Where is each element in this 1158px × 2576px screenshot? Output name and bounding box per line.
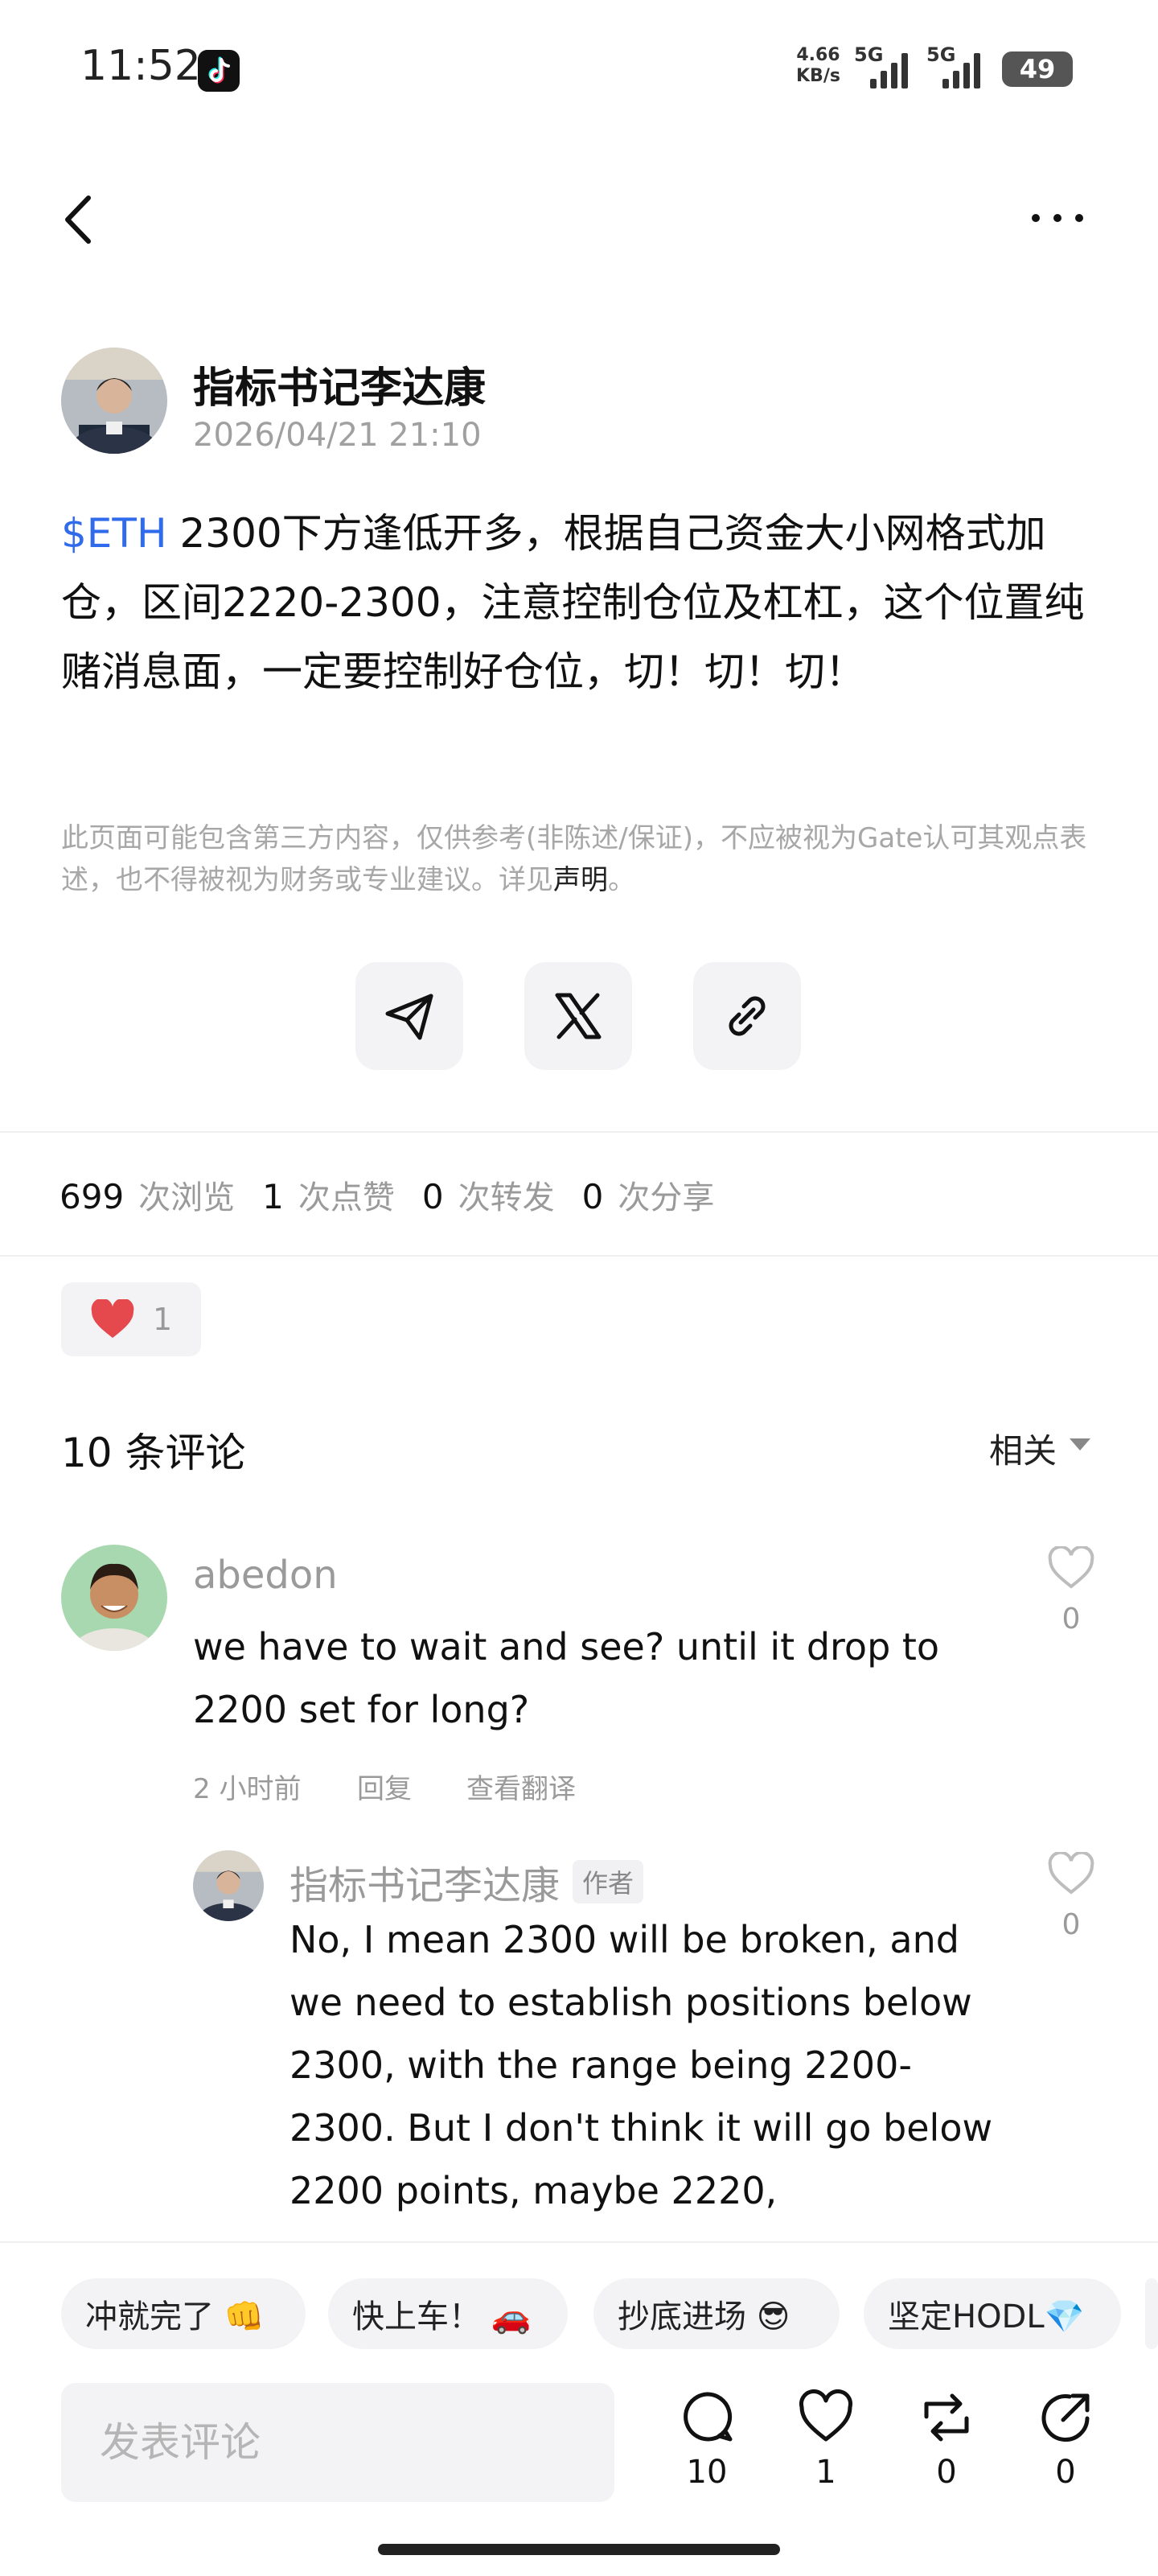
more-options-icon[interactable] [1029,206,1086,230]
repost-icon [924,2393,969,2442]
divider [0,1255,1158,1257]
cellular-signal-icon [870,51,908,88]
disclaimer-link[interactable]: 声明 [553,864,608,896]
share-action-button[interactable]: 0 [1021,2389,1110,2491]
comment-input[interactable] [61,2383,614,2502]
caret-down-icon[interactable] [1070,1438,1090,1451]
comment-bubble-icon [684,2392,733,2442]
disclaimer: 此页面可能包含第三方内容，仅供参考(非陈述/保证)，不应被视为Gate认可其观点… [61,817,1098,901]
comment-username[interactable]: abedon [193,1553,338,1598]
quick-reply-chip[interactable]: 快上车！ 🚗 [328,2278,568,2349]
cellular-signal-icon [942,51,980,88]
comment-like-count: 0 [1062,1603,1081,1636]
repost-count: 0 [421,1177,444,1216]
like-action-button[interactable]: 1 [782,2389,870,2491]
network-speed: 4.66 KB/s [796,45,840,86]
send-icon [385,994,433,1040]
comments-title: 10 条评论 [61,1430,246,1476]
comment-time: 2 小时前 [193,1773,302,1805]
quick-reply-chip[interactable]: 坚定HODL💎 [864,2278,1121,2349]
repost-action-count: 0 [936,2454,957,2491]
like-count: 1 [262,1177,284,1216]
heart-outline-icon [1048,1545,1094,1589]
reply-like-count: 0 [1062,1908,1081,1941]
share-arrow-icon [1041,2393,1090,2442]
sort-dropdown[interactable]: 相关 [989,1424,1057,1473]
comment-text: we have to wait and see? until it drop t… [193,1625,940,1731]
heart-outline-icon [799,2389,853,2442]
heart-reaction-count: 1 [153,1302,173,1337]
repost-count-label: 次转发 [458,1179,555,1216]
quick-reply-chip[interactable]: 抄底进场 😎 [593,2278,840,2349]
share-count-label: 次分享 [618,1179,715,1216]
comment-reply-button[interactable]: 回复 [357,1767,412,1806]
view-count: 699 [60,1177,125,1216]
post-content: $ETH 2300下方逢低开多，根据自己资金大小网格式加仓，区间2220-230… [61,499,1098,706]
comments-action-button[interactable]: 10 [663,2389,751,2491]
quick-reply-chip[interactable]: 冲就完了 👊 [61,2278,306,2349]
copy-link-button[interactable] [693,962,801,1070]
author-badge: 作者 [573,1860,644,1903]
post-text: 2300下方逢低开多，根据自己资金大小网格式加仓，区间2220-2300，注意控… [61,510,1085,695]
reply-header: 指标书记李达康 作者 [290,1854,644,1910]
home-indicator[interactable] [378,2544,780,2555]
comment-like-button[interactable] [1047,1545,1095,1593]
share-x-button[interactable] [524,962,632,1070]
commenter-avatar[interactable] [61,1545,167,1651]
reply-like-button[interactable] [1047,1850,1095,1899]
quick-reply-chip-overflow[interactable] [1145,2278,1158,2349]
battery-indicator: 49 [1002,51,1073,87]
like-action-count: 1 [815,2454,836,2491]
disclaimer-end: 。 [608,864,635,896]
repost-action-button[interactable]: 0 [902,2389,991,2491]
post-stats: 699 次浏览 1 次点赞 0 次转发 0 次分享 [60,1171,741,1218]
link-icon [729,996,766,1036]
reply-author-avatar[interactable] [193,1850,264,1921]
status-time: 11:52 [80,42,201,90]
cashtag-link[interactable]: $ETH [61,510,167,557]
like-count-label: 次点赞 [298,1179,395,1216]
back-icon[interactable] [56,191,105,248]
author-avatar[interactable] [61,348,167,454]
x-logo-icon [555,993,602,1039]
comment-translate-button[interactable]: 查看翻译 [466,1767,576,1806]
divider [0,1131,1158,1133]
reply-text: No, I mean 2300 will be broken, and we n… [290,1918,993,2212]
author-name[interactable]: 指标书记李达康 [193,354,486,414]
share-telegram-button[interactable] [355,962,463,1070]
tiktok-notification-icon [198,50,240,92]
view-count-label: 次浏览 [138,1179,236,1216]
share-count: 0 [581,1177,604,1216]
share-action-count: 0 [1055,2454,1076,2491]
heart-reaction-chip[interactable]: 1 [61,1282,201,1356]
heart-filled-icon [91,1299,134,1338]
reply-username[interactable]: 指标书记李达康 [290,1854,560,1910]
post-timestamp: 2026/04/21 21:10 [193,417,482,454]
heart-outline-icon [1048,1850,1094,1895]
comments-action-count: 10 [686,2454,728,2491]
